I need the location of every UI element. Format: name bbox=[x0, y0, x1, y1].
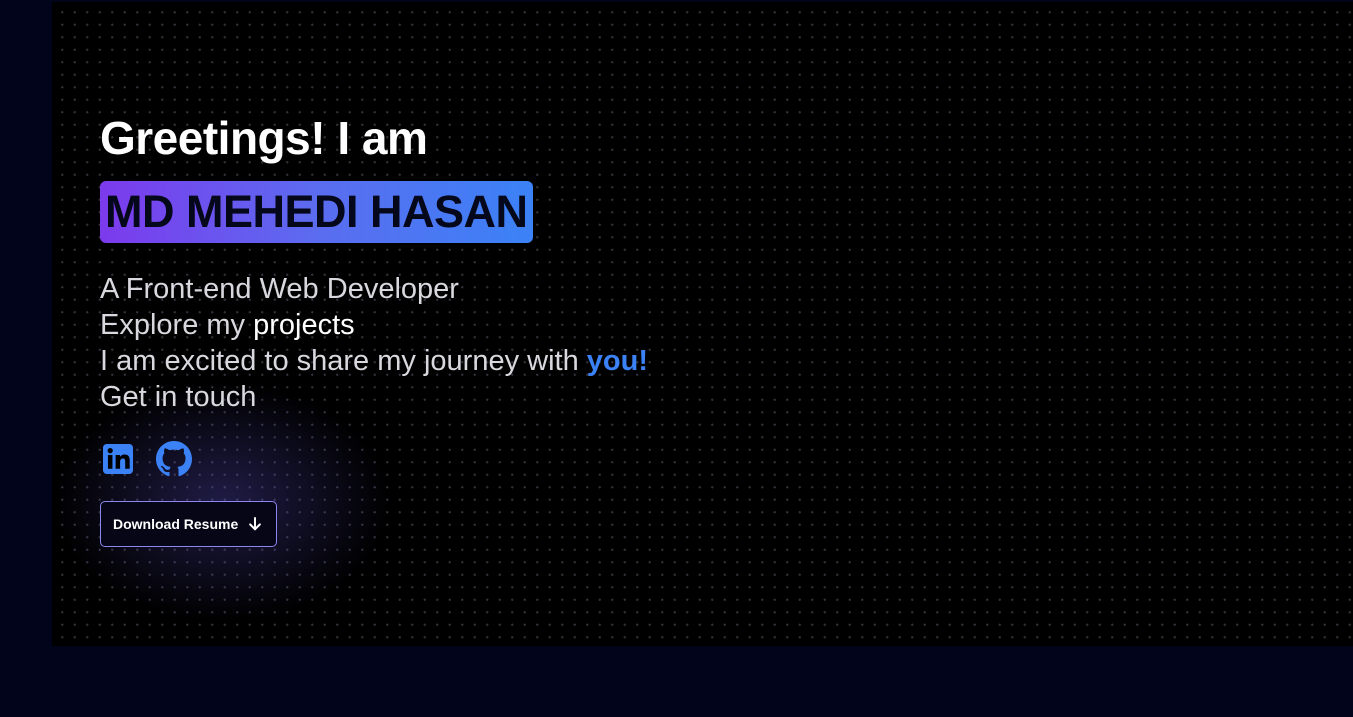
journey-highlight: you! bbox=[586, 345, 648, 377]
linkedin-link[interactable] bbox=[100, 441, 136, 477]
explore-prefix: Explore my bbox=[100, 309, 254, 341]
journey-line: I am excited to share my journey with yo… bbox=[100, 343, 648, 379]
intro-lines: A Front-end Web Developer Explore my pro… bbox=[100, 271, 648, 415]
projects-link[interactable]: projects bbox=[253, 309, 355, 341]
journey-prefix: I am excited to share my journey with bbox=[100, 345, 587, 377]
greeting-heading: Greetings! I am bbox=[100, 112, 428, 164]
social-links bbox=[100, 441, 648, 477]
github-icon bbox=[156, 441, 192, 477]
hero-section: Greetings! I am MD MEHEDI HASAN A Front-… bbox=[52, 2, 1353, 646]
role-line: A Front-end Web Developer bbox=[100, 273, 459, 305]
github-link[interactable] bbox=[156, 441, 192, 477]
download-resume-label: Download Resume bbox=[113, 516, 239, 532]
arrow-down-icon bbox=[249, 517, 262, 531]
linkedin-icon bbox=[103, 444, 133, 474]
download-resume-button[interactable]: Download Resume bbox=[100, 501, 278, 547]
hero-content: Greetings! I am MD MEHEDI HASAN A Front-… bbox=[100, 110, 648, 547]
explore-line: Explore my projects bbox=[100, 307, 648, 343]
contact-link[interactable]: Get in touch bbox=[100, 379, 648, 415]
name-badge: MD MEHEDI HASAN bbox=[100, 181, 533, 243]
